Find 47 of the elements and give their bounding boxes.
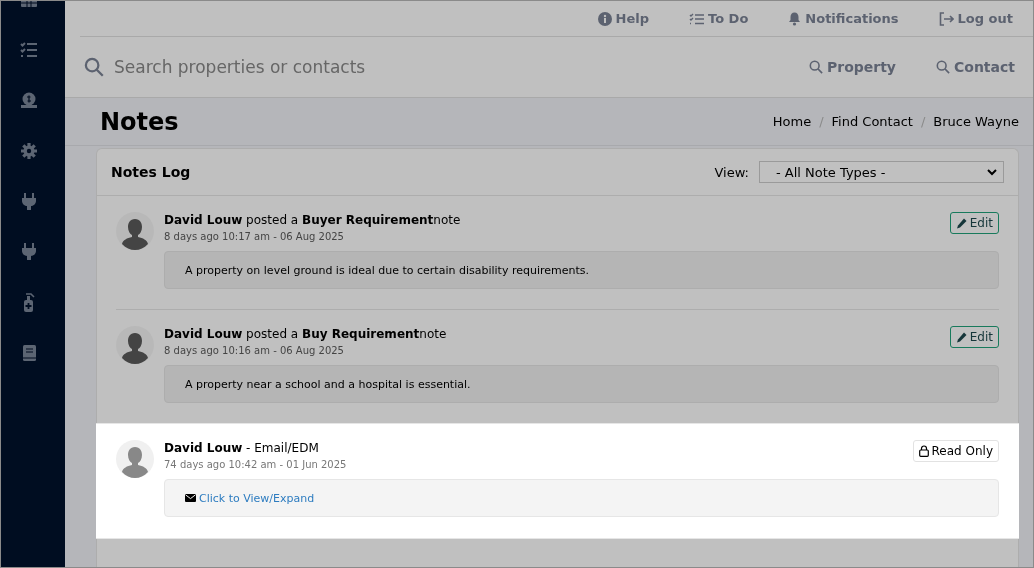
note-timestamp: 74 days ago 10:42 am - 01 Jun 2025	[164, 459, 347, 470]
search-button[interactable]: Property	[808, 59, 896, 75]
edit-button[interactable]: Edit	[949, 326, 999, 348]
chevron-down-icon	[987, 168, 997, 176]
bell-icon	[788, 11, 802, 26]
note-timestamp: 8 days ago 10:16 am - 06 Aug 2025	[164, 345, 345, 356]
pencil-icon	[955, 217, 967, 229]
search-icon	[936, 60, 950, 74]
pencil-icon	[955, 331, 967, 343]
avatar	[116, 326, 154, 364]
page-title: Notes	[100, 107, 179, 136]
read-only-badge: Read Only	[912, 440, 999, 462]
breadcrumb-separator: /	[920, 114, 926, 129]
checklist-icon	[689, 12, 704, 25]
gear-icon[interactable]	[19, 141, 39, 161]
note-text: A property near a school and a hospital is essential.	[185, 377, 471, 391]
plug-icon[interactable]	[19, 242, 39, 262]
edit-button[interactable]: Edit	[949, 212, 999, 234]
avatar	[116, 212, 154, 250]
note-heading: David Louw posted a Buy Requirementnote	[164, 327, 447, 341]
card-title: Notes Log	[111, 164, 191, 180]
logout-icon	[938, 11, 954, 26]
nav-link[interactable]: To Do	[689, 11, 749, 26]
envelope-icon	[185, 494, 196, 502]
expand-link[interactable]: Click to View/Expand	[185, 491, 315, 505]
search-icon	[84, 57, 104, 77]
search-button[interactable]: Contact	[936, 59, 1015, 75]
help-icon	[597, 11, 612, 26]
plug-icon[interactable]	[19, 192, 39, 212]
nav-link[interactable]: Help	[597, 11, 649, 26]
note-type-select[interactable]: - All Note Types -	[759, 161, 1004, 183]
breadcrumb-link[interactable]: Home	[772, 114, 812, 129]
note-text: A property on level ground is ideal due to certain disability requirements.	[185, 263, 589, 277]
filter-label: View:	[714, 164, 749, 180]
note-heading: David Louw - Email/EDM	[164, 441, 320, 455]
search-field[interactable]: Search properties or contacts	[114, 57, 414, 77]
nav-link[interactable]: Log out	[938, 11, 1013, 26]
breadcrumb-current: Bruce Wayne	[933, 114, 1019, 129]
avatar	[116, 440, 154, 478]
breadcrumb-link[interactable]: Find Contact	[831, 114, 913, 129]
nav-link[interactable]: Notifications	[788, 11, 899, 26]
note-timestamp: 8 days ago 10:17 am - 06 Aug 2025	[164, 231, 345, 242]
lock-icon	[918, 445, 929, 457]
breadcrumb-separator: /	[819, 114, 824, 129]
checklist-icon[interactable]	[19, 40, 39, 60]
search-icon	[808, 60, 823, 74]
note-heading: David Louw posted a Buyer Requirementnote	[164, 213, 461, 227]
